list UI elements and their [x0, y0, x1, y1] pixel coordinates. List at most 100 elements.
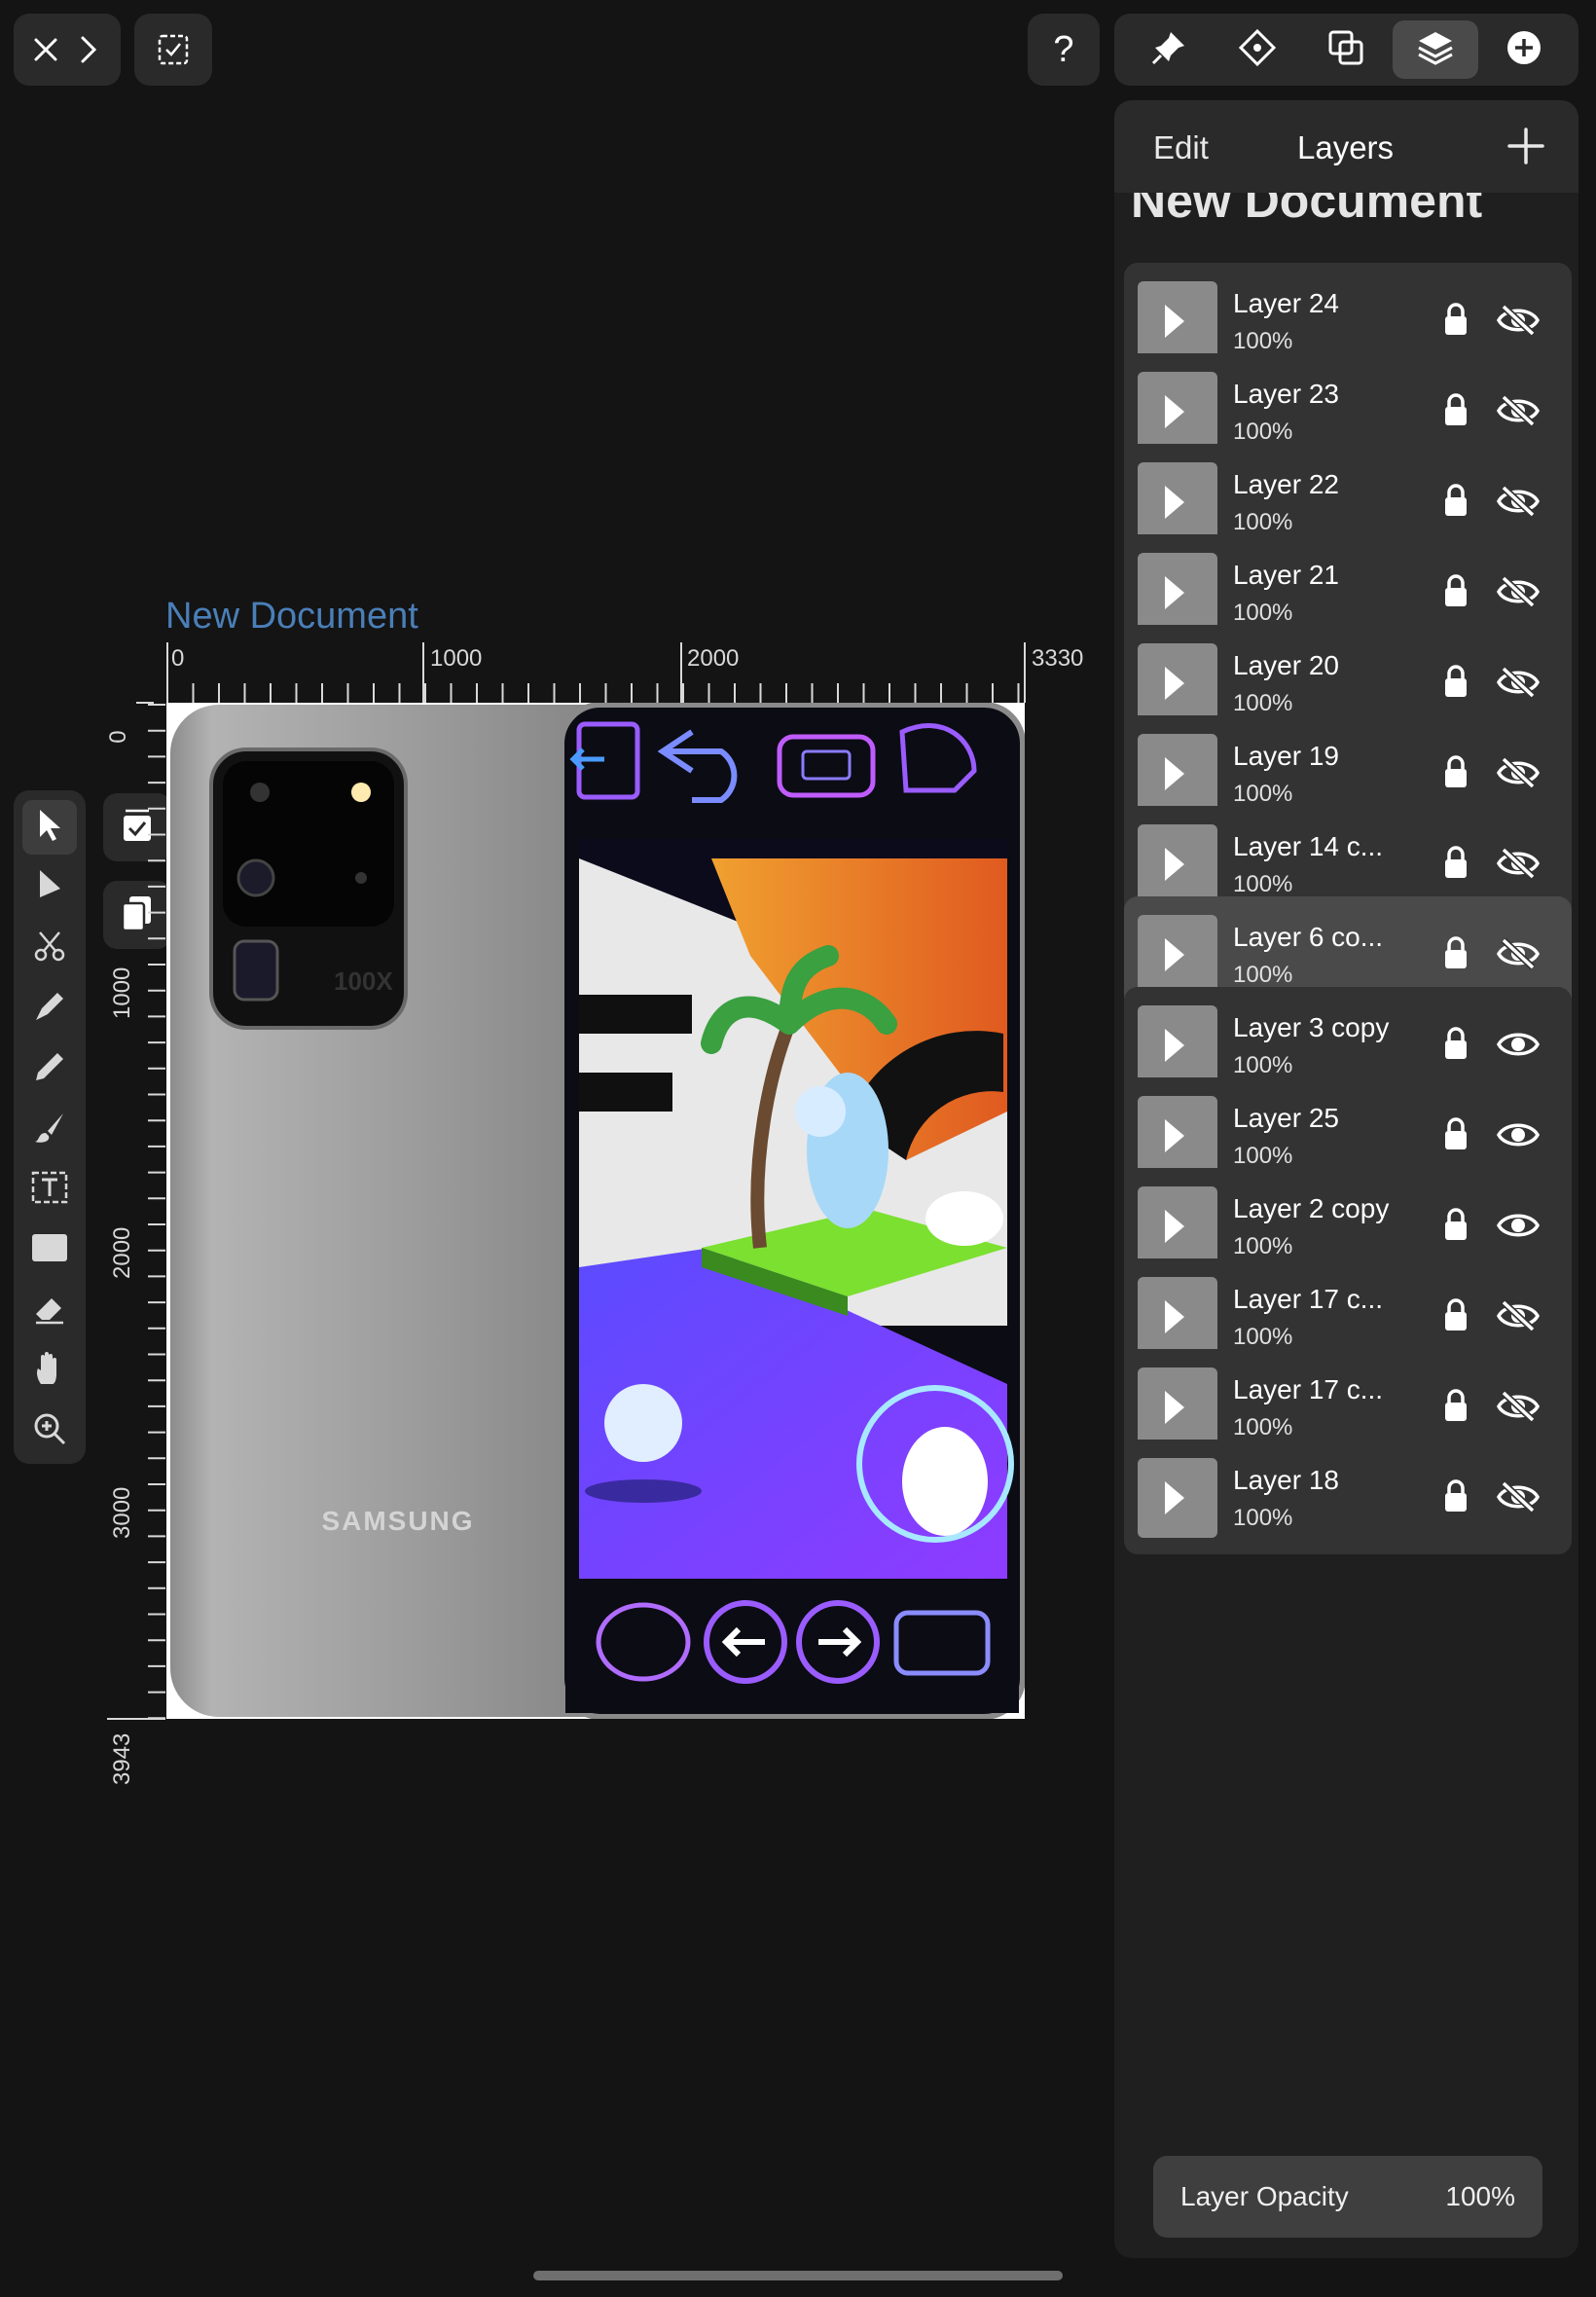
lock-icon[interactable]: [1443, 935, 1469, 975]
lock-icon[interactable]: [1443, 1207, 1469, 1247]
layer-opacity: 100%: [1233, 509, 1293, 535]
layer-opacity-control[interactable]: Layer Opacity 100%: [1153, 2156, 1542, 2238]
layer-opacity: 100%: [1233, 328, 1293, 354]
expand-triangle-icon[interactable]: [1165, 848, 1184, 881]
chevron-right-icon[interactable]: [67, 28, 110, 71]
eye-hidden-icon[interactable]: [1496, 666, 1541, 704]
shape-tool[interactable]: [22, 1222, 77, 1277]
close-icon[interactable]: [24, 28, 67, 71]
text-frame-icon: [31, 1171, 68, 1209]
layer-thumbnail[interactable]: [1138, 281, 1217, 361]
layer-row[interactable]: Layer 18 100%: [1124, 1440, 1572, 1554]
expand-triangle-icon[interactable]: [1165, 1481, 1184, 1514]
layer-thumbnail[interactable]: [1138, 372, 1217, 452]
brush-tool[interactable]: [22, 1102, 77, 1156]
node-tool-button[interactable]: [1215, 20, 1300, 79]
expand-triangle-icon[interactable]: [1165, 576, 1184, 609]
layer-thumbnail[interactable]: [1138, 1186, 1217, 1266]
expand-triangle-icon[interactable]: [1165, 1029, 1184, 1062]
checkbox-icon: [157, 33, 190, 66]
layer-thumbnail[interactable]: [1138, 915, 1217, 995]
layer-thumbnail[interactable]: [1138, 1458, 1217, 1538]
eye-hidden-icon[interactable]: [1496, 485, 1541, 523]
eye-icon[interactable]: [1496, 1209, 1541, 1247]
eye-hidden-icon[interactable]: [1496, 1390, 1541, 1428]
layer-thumbnail[interactable]: [1138, 553, 1217, 633]
tab-layers[interactable]: Layers: [1297, 129, 1394, 166]
help-button[interactable]: ?: [1028, 14, 1100, 86]
node-select-tool[interactable]: [22, 860, 77, 915]
layer-thumbnail[interactable]: [1138, 1005, 1217, 1085]
eye-hidden-icon[interactable]: [1496, 1480, 1541, 1518]
select-mode-button[interactable]: [134, 14, 212, 86]
left-toolbar: [14, 790, 86, 1464]
layer-thumbnail[interactable]: [1138, 643, 1217, 723]
pencil-tool[interactable]: [22, 1041, 77, 1096]
scissors-tool[interactable]: [22, 921, 77, 975]
lock-icon[interactable]: [1443, 1116, 1469, 1156]
add-button[interactable]: [1481, 20, 1567, 79]
eye-hidden-icon[interactable]: [1496, 394, 1541, 432]
layer-name: Layer 2 copy: [1233, 1193, 1390, 1223]
direct-select-icon: [34, 868, 65, 908]
lock-icon[interactable]: [1443, 483, 1469, 523]
lock-icon[interactable]: [1443, 573, 1469, 613]
pin-tool-button[interactable]: [1126, 20, 1212, 79]
layers-tool-button[interactable]: [1392, 20, 1478, 79]
expand-triangle-icon[interactable]: [1165, 1300, 1184, 1333]
expand-triangle-icon[interactable]: [1165, 938, 1184, 971]
lock-icon[interactable]: [1443, 1026, 1469, 1066]
hand-tool[interactable]: [22, 1343, 77, 1398]
lock-icon[interactable]: [1443, 754, 1469, 794]
lock-icon[interactable]: [1443, 302, 1469, 342]
boolean-tool-button[interactable]: [1303, 20, 1389, 79]
eye-hidden-icon[interactable]: [1496, 937, 1541, 975]
layer-thumbnail[interactable]: [1138, 1367, 1217, 1447]
expand-triangle-icon[interactable]: [1165, 667, 1184, 700]
move-tool[interactable]: [22, 800, 77, 855]
layer-thumbnail[interactable]: [1138, 1096, 1217, 1176]
layer-opacity: 100%: [1233, 419, 1293, 445]
expand-triangle-icon[interactable]: [1165, 305, 1184, 338]
layer-opacity: 100%: [1233, 1143, 1293, 1169]
layer-name: Layer 6 co...: [1233, 922, 1384, 952]
lock-icon[interactable]: [1443, 845, 1469, 885]
eye-hidden-icon[interactable]: [1496, 304, 1541, 342]
eye-icon[interactable]: [1496, 1028, 1541, 1066]
eraser-tool[interactable]: [22, 1283, 77, 1337]
eye-hidden-icon[interactable]: [1496, 756, 1541, 794]
layer-opacity: 100%: [1233, 600, 1293, 626]
artboard[interactable]: 100X SAMSUNG: [166, 702, 1026, 1720]
expand-triangle-icon[interactable]: [1165, 1391, 1184, 1424]
expand-triangle-icon[interactable]: [1165, 757, 1184, 790]
add-layer-button[interactable]: [1502, 122, 1550, 170]
phone-brand-label: SAMSUNG: [321, 1506, 474, 1536]
expand-triangle-icon[interactable]: [1165, 1210, 1184, 1243]
eye-hidden-icon[interactable]: [1496, 575, 1541, 613]
zoom-tool[interactable]: [22, 1404, 77, 1458]
layer-thumbnail[interactable]: [1138, 734, 1217, 814]
lock-icon[interactable]: [1443, 1297, 1469, 1337]
expand-triangle-icon[interactable]: [1165, 1119, 1184, 1152]
eye-hidden-icon[interactable]: [1496, 847, 1541, 885]
text-tool[interactable]: [22, 1162, 77, 1217]
layer-opacity: 100%: [1233, 1324, 1293, 1350]
lock-icon[interactable]: [1443, 1478, 1469, 1518]
eye-icon[interactable]: [1496, 1118, 1541, 1156]
lock-icon[interactable]: [1443, 1388, 1469, 1428]
panel-header: Edit Layers: [1114, 100, 1578, 193]
layer-name: Layer 17 c...: [1233, 1374, 1384, 1404]
expand-triangle-icon[interactable]: [1165, 486, 1184, 519]
add-circle-icon: [1505, 28, 1543, 72]
lock-icon[interactable]: [1443, 392, 1469, 432]
expand-triangle-icon[interactable]: [1165, 395, 1184, 428]
layer-thumbnail[interactable]: [1138, 1277, 1217, 1357]
pin-icon: [1149, 28, 1188, 72]
pen-tool[interactable]: [22, 981, 77, 1036]
tab-edit[interactable]: Edit: [1153, 129, 1209, 166]
node-icon: [1238, 28, 1277, 72]
layer-thumbnail[interactable]: [1138, 462, 1217, 542]
layer-thumbnail[interactable]: [1138, 824, 1217, 904]
eye-hidden-icon[interactable]: [1496, 1299, 1541, 1337]
lock-icon[interactable]: [1443, 664, 1469, 704]
